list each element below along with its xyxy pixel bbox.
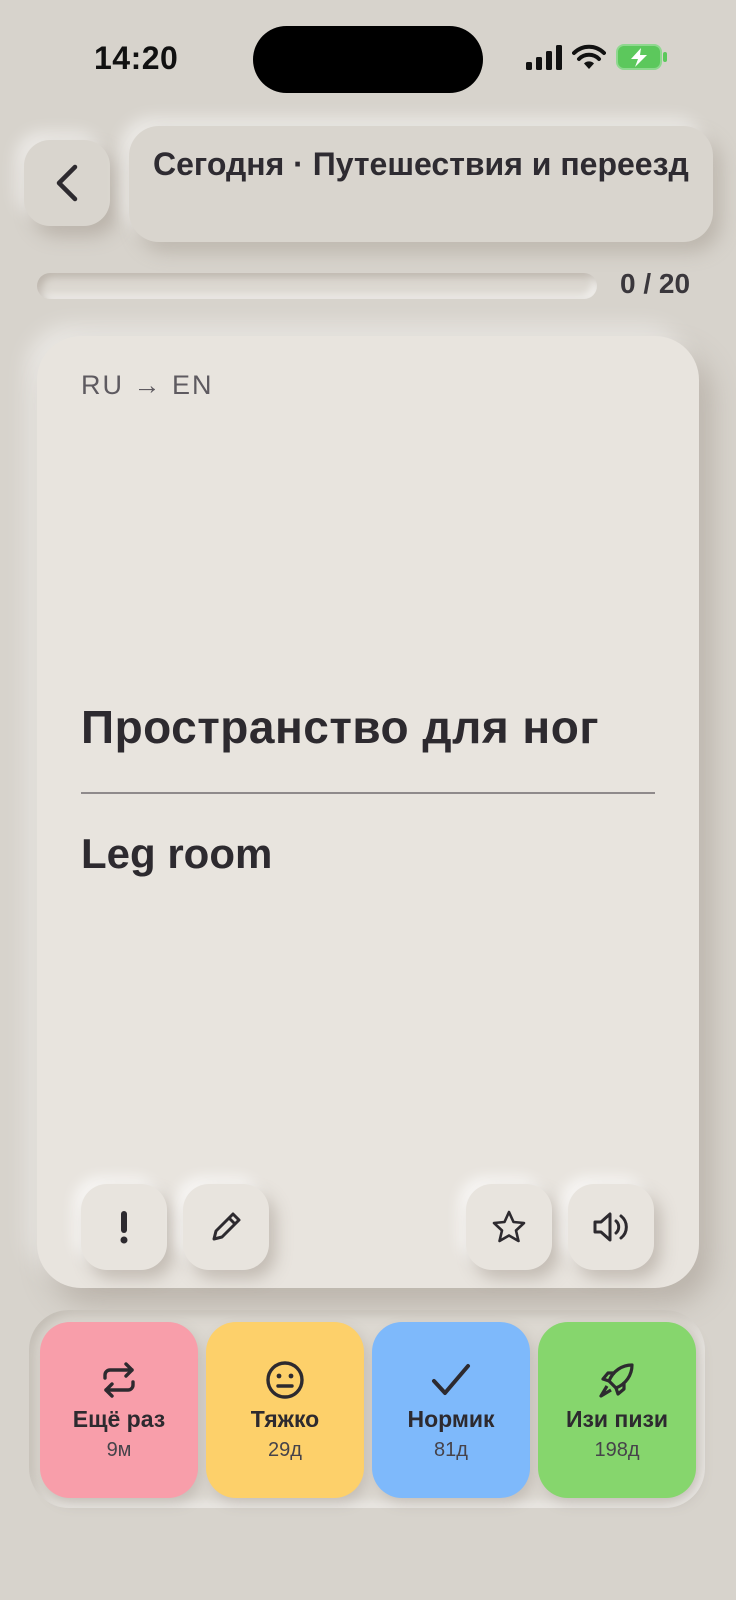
battery-icon	[616, 44, 667, 70]
chevron-left-icon	[56, 164, 78, 202]
edit-button[interactable]	[183, 1184, 269, 1270]
repeat-icon	[99, 1358, 139, 1402]
flashcard[interactable]: RU → EN Пространство для ног Leg room	[37, 336, 699, 1288]
deck-title: Сегодня · Путешествия и переезд	[153, 146, 689, 182]
progress-counter: 0 / 20	[620, 268, 691, 299]
card-divider	[81, 792, 655, 794]
answer-label: Ещё раз	[72, 1406, 166, 1432]
answer-label: Изи пизи	[565, 1406, 669, 1432]
answer-interval: 29д	[268, 1439, 302, 1461]
dynamic-island	[253, 26, 483, 93]
card-front-text: Пространство для ног	[81, 701, 599, 753]
wifi-icon	[572, 44, 606, 69]
answer-hard-button[interactable]: Тяжко 29д	[206, 1322, 364, 1498]
exclamation-icon	[120, 1211, 128, 1244]
answer-interval: 81д	[434, 1439, 468, 1461]
deck-title-pill: Сегодня · Путешествия и переезд	[129, 126, 713, 242]
answer-again-button[interactable]: Ещё раз 9м	[40, 1322, 198, 1498]
signal-icon	[526, 45, 562, 70]
play-audio-button[interactable]	[568, 1184, 654, 1270]
report-button[interactable]	[81, 1184, 167, 1270]
progress-bar	[37, 273, 597, 299]
answer-easy-button[interactable]: Изи пизи 198д	[538, 1322, 696, 1498]
favorite-button[interactable]	[466, 1184, 552, 1270]
star-icon	[492, 1210, 526, 1243]
pencil-icon	[212, 1212, 241, 1241]
status-time: 14:20	[94, 40, 179, 76]
back-button[interactable]	[24, 140, 110, 226]
answer-interval: 9м	[106, 1439, 132, 1461]
answer-label: Тяжко	[250, 1406, 320, 1432]
rocket-icon	[596, 1358, 638, 1402]
checkmark-icon	[430, 1358, 472, 1402]
status-icons	[526, 44, 668, 70]
language-direction: RU → EN	[81, 370, 214, 400]
answer-interval: 198д	[594, 1439, 640, 1461]
card-back-text: Leg room	[81, 830, 273, 877]
neutral-face-icon	[265, 1358, 305, 1402]
answer-label: Нормик	[407, 1406, 495, 1432]
speaker-icon	[593, 1212, 628, 1242]
screen: 14:20 Сегодня · Путешествия и переезд 0 …	[0, 0, 736, 1600]
answer-good-button[interactable]: Нормик 81д	[372, 1322, 530, 1498]
